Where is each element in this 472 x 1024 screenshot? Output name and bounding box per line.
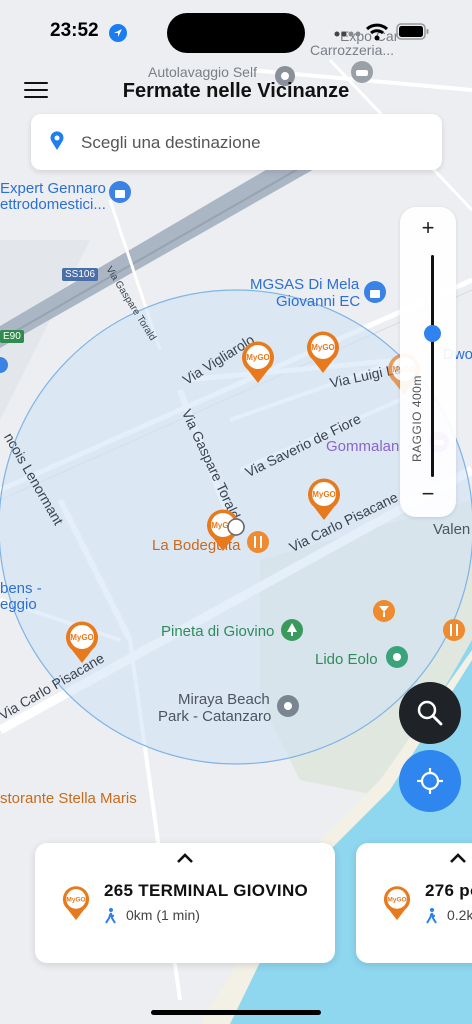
svg-text:MyGO: MyGO: [70, 633, 94, 642]
bus-stop-pin[interactable]: MyGO: [240, 340, 276, 384]
radius-decrease-button[interactable]: −: [400, 481, 456, 507]
svg-text:MyGO: MyGO: [312, 490, 336, 499]
svg-text:MyGO: MyGO: [66, 896, 85, 903]
poi-label: Pineta di Giovino: [161, 623, 275, 640]
park-icon: [281, 619, 303, 641]
poi-label: Giovanni EC: [276, 293, 361, 310]
status-time: 23:52: [50, 20, 99, 41]
poi-label: Lido Eolo: [315, 651, 378, 668]
poi-label: bens -: [0, 580, 42, 597]
signal-dots-icon: [334, 31, 360, 37]
poi-label: Gommalan: [326, 438, 400, 455]
poi-label: storante Stella Maris: [0, 790, 137, 807]
search-placeholder: Scegli una destinazione: [81, 133, 261, 152]
road-shield: SS106: [62, 268, 99, 281]
battery-icon: [396, 23, 429, 40]
dynamic-island: [167, 13, 305, 53]
poi-label: eggio: [0, 596, 37, 613]
shopping-icon: [109, 181, 131, 203]
my-location-button[interactable]: [399, 750, 461, 812]
radius-label: RAGGIO 400m: [410, 375, 424, 462]
stop-name: 265 TERMINAL GIOVINO: [104, 881, 309, 900]
radius-track[interactable]: [431, 255, 434, 477]
bus-stop-icon: MyGO: [383, 886, 411, 921]
radius-slider[interactable]: + −: [400, 207, 456, 517]
poi-label: Park - Catanzaro: [158, 708, 272, 725]
poi-label: Miraya Beach: [178, 691, 270, 708]
radius-knob[interactable]: [424, 324, 441, 342]
crosshair-icon: [417, 768, 443, 794]
chevron-up-icon[interactable]: [175, 851, 195, 865]
restaurant-icon: [443, 619, 465, 641]
beach-icon: [386, 646, 408, 668]
stop-card[interactable]: MyGO 276 po 0.2k: [356, 843, 472, 963]
location-pin-icon: [50, 131, 64, 150]
stop-distance: 0km (1 min): [126, 907, 200, 923]
poi-label: ettrodomestici...: [0, 196, 106, 213]
radius-increase-button[interactable]: +: [400, 215, 456, 241]
bus-stop-pin[interactable]: MyGO: [306, 477, 342, 521]
magnifier-icon: [417, 700, 443, 726]
chevron-up-icon[interactable]: [448, 851, 468, 865]
poi-label: MGSAS Di Mela: [250, 276, 360, 293]
stop-card[interactable]: MyGO 265 TERMINAL GIOVINO 0km (1 min): [35, 843, 335, 963]
page-title: Fermate nelle Vicinanze: [122, 80, 350, 102]
svg-text:MyGO: MyGO: [246, 353, 270, 362]
stop-distance: 0.2k: [447, 907, 472, 923]
svg-text:MyGO: MyGO: [387, 896, 406, 903]
restaurant-icon: [247, 531, 269, 553]
poi-label: Autolavaggio Self: [148, 64, 257, 80]
bus-stop-pin[interactable]: MyGO: [64, 620, 100, 664]
bar-icon: [373, 600, 395, 622]
svg-text:MyGO: MyGO: [311, 343, 335, 352]
poi-label: Expert Gennaro: [0, 180, 106, 197]
search-stops-button[interactable]: [399, 682, 461, 744]
location-arrow-icon: [109, 24, 127, 42]
bus-stop-icon: MyGO: [62, 886, 90, 921]
walking-icon: [105, 908, 116, 924]
wifi-icon: [366, 23, 388, 41]
stop-name: 276 po: [425, 881, 472, 900]
walking-icon: [426, 908, 437, 924]
poi-icon: [0, 357, 8, 373]
road-shield: E90: [0, 330, 24, 343]
destination-search-input[interactable]: Scegli una destinazione: [31, 114, 442, 170]
selected-location-marker: [227, 518, 245, 536]
home-indicator: [151, 1010, 321, 1015]
poi-label: Valen: [433, 521, 471, 538]
bus-stop-pin[interactable]: MyGO: [305, 330, 341, 374]
shopping-icon: [364, 281, 386, 303]
status-bar: 23:52: [0, 0, 472, 60]
place-icon: [277, 695, 299, 717]
